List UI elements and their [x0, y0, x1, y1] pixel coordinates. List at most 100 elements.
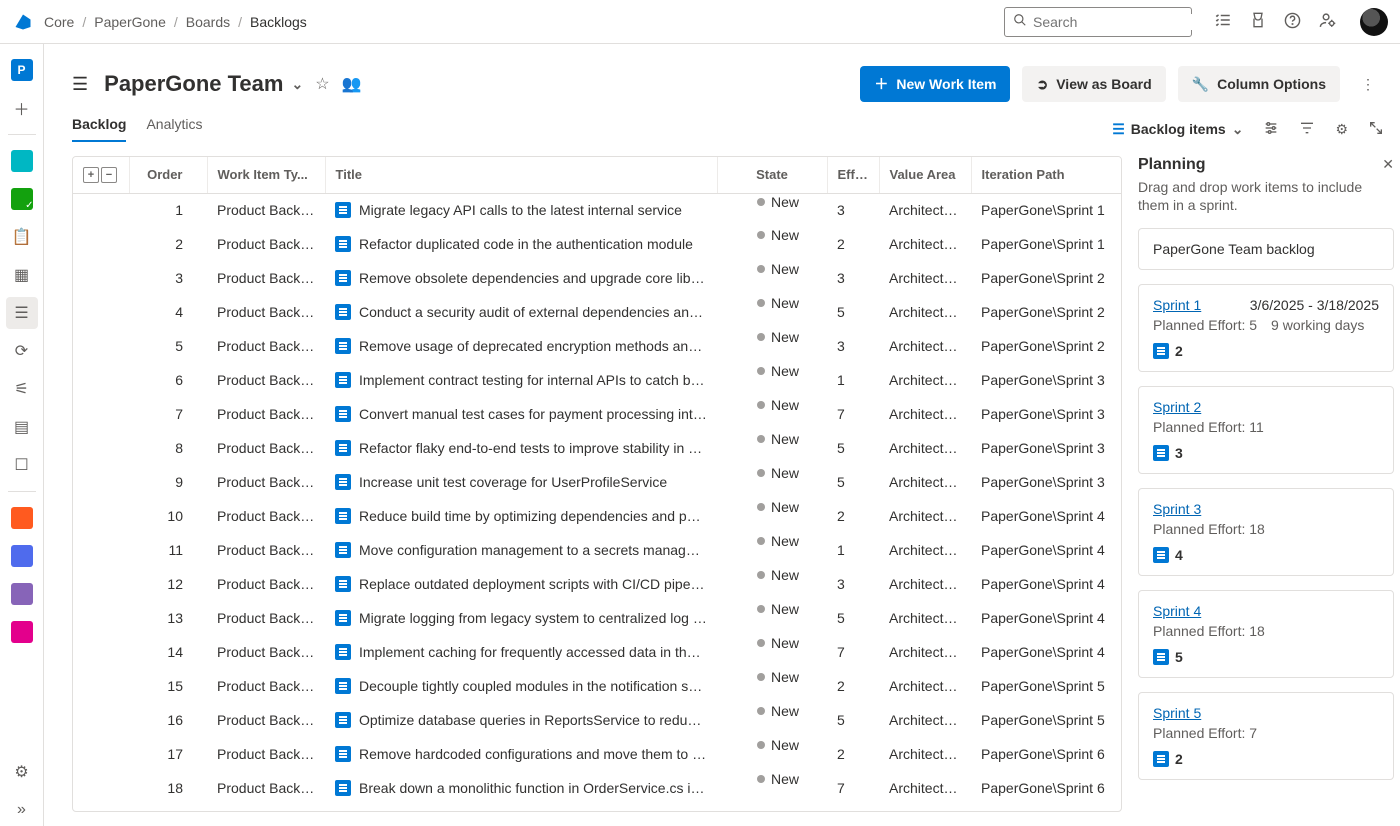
planning-subtitle: Drag and drop work items to include them…: [1138, 178, 1382, 214]
work-item-icon: [335, 474, 351, 490]
team-members-icon[interactable]: 👥: [342, 74, 362, 94]
table-row[interactable]: 1Product Backl...Migrate legacy API call…: [73, 193, 1121, 227]
table-row[interactable]: 11Product Backl...Move configuration man…: [73, 533, 1121, 567]
backlog-drop-target[interactable]: PaperGone Team backlog: [1138, 228, 1394, 270]
table-row[interactable]: 17Product Backl...Remove hardcoded confi…: [73, 737, 1121, 771]
table-row[interactable]: 8Product Backl...Refactor flaky end-to-e…: [73, 431, 1121, 465]
cell-state: New: [717, 533, 827, 549]
sidebar-pipelines[interactable]: [6, 540, 38, 572]
wrench-icon: 🔧: [1192, 76, 1209, 93]
settings-gear-icon[interactable]: ⚙: [1335, 121, 1348, 138]
breadcrumb-item[interactable]: Backlogs: [250, 14, 307, 30]
tab-backlog[interactable]: Backlog: [72, 116, 126, 142]
filter-icon[interactable]: [1299, 120, 1315, 139]
marketplace-icon[interactable]: [1250, 12, 1266, 31]
table-row[interactable]: 7Product Backl...Convert manual test cas…: [73, 397, 1121, 431]
column-work-item-type[interactable]: Work Item Ty...: [207, 157, 325, 193]
sidebar-boards2[interactable]: ▦: [6, 259, 38, 291]
column-iteration-path[interactable]: Iteration Path: [971, 157, 1121, 193]
sidebar-workitems[interactable]: 📋: [6, 221, 38, 253]
sprint-card[interactable]: Sprint 13/6/2025 - 3/18/2025Planned Effo…: [1138, 284, 1394, 372]
sprint-link[interactable]: Sprint 4: [1153, 603, 1201, 619]
repos-icon: [11, 507, 33, 529]
cell-order: 8: [129, 431, 207, 465]
sprint-link[interactable]: Sprint 3: [1153, 501, 1201, 517]
table-row[interactable]: 2Product Backl...Refactor duplicated cod…: [73, 227, 1121, 261]
column-options-button[interactable]: 🔧 Column Options: [1178, 66, 1340, 102]
sidebar-boards[interactable]: [6, 183, 38, 215]
table-row[interactable]: 15Product Backl...Decouple tightly coupl…: [73, 669, 1121, 703]
work-item-icon: [335, 678, 351, 694]
view-as-board-button[interactable]: ➲ View as Board: [1022, 66, 1165, 102]
work-item-icon: [335, 236, 351, 252]
collapse-all-button[interactable]: −: [101, 167, 117, 183]
cell-order: 9: [129, 465, 207, 499]
fullscreen-icon[interactable]: [1368, 120, 1384, 139]
favorite-star-icon[interactable]: ☆: [315, 74, 329, 94]
more-actions-button[interactable]: ⋮: [1352, 68, 1384, 100]
new-work-item-button[interactable]: ＋ New Work Item: [860, 66, 1010, 102]
table-row[interactable]: 10Product Backl...Reduce build time by o…: [73, 499, 1121, 533]
sprint-card[interactable]: Sprint 5Planned Effort: 72: [1138, 692, 1394, 780]
expand-all-button[interactable]: +: [83, 167, 99, 183]
cell-value-area: Architectural: [879, 397, 971, 431]
sidebar-settings[interactable]: ⚙: [6, 756, 38, 788]
product-logo-icon[interactable]: [12, 11, 34, 33]
sidebar-plans[interactable]: ▤: [6, 411, 38, 443]
sprint-card[interactable]: Sprint 3Planned Effort: 184: [1138, 488, 1394, 576]
cell-order: 10: [129, 499, 207, 533]
user-settings-icon[interactable]: [1319, 12, 1336, 32]
sidebar-item[interactable]: ☐: [6, 449, 38, 481]
column-value-area[interactable]: Value Area: [879, 157, 971, 193]
breadcrumb-item[interactable]: Boards: [186, 14, 230, 30]
team-selector-icon[interactable]: ☰: [72, 74, 88, 95]
table-row[interactable]: 14Product Backl...Implement caching for …: [73, 635, 1121, 669]
search-input[interactable]: [1004, 7, 1192, 37]
table-row[interactable]: 5Product Backl...Remove usage of depreca…: [73, 329, 1121, 363]
sprint-link[interactable]: Sprint 2: [1153, 399, 1201, 415]
tab-analytics[interactable]: Analytics: [146, 116, 202, 142]
search-icon: [1013, 13, 1027, 30]
column-state[interactable]: State: [717, 157, 827, 193]
table-row[interactable]: 6Product Backl...Implement contract test…: [73, 363, 1121, 397]
page-title[interactable]: PaperGone Team ⌄: [104, 71, 303, 97]
sidebar-testplans[interactable]: [6, 578, 38, 610]
help-icon[interactable]: [1284, 12, 1301, 32]
table-row[interactable]: 3Product Backl...Remove obsolete depende…: [73, 261, 1121, 295]
checklist-icon[interactable]: [1214, 11, 1232, 32]
backlog-level-selector[interactable]: ☰ Backlog items ⌄: [1112, 121, 1243, 138]
table-row[interactable]: 12Product Backl...Replace outdated deplo…: [73, 567, 1121, 601]
sidebar-queries[interactable]: ⚟: [6, 373, 38, 405]
sprint-card[interactable]: Sprint 4Planned Effort: 185: [1138, 590, 1394, 678]
backlog-card-label: PaperGone Team backlog: [1153, 241, 1315, 257]
sidebar-add[interactable]: ＋: [6, 92, 38, 124]
sidebar-project[interactable]: P: [6, 54, 38, 86]
sidebar-artifacts[interactable]: [6, 616, 38, 648]
sidebar-backlogs[interactable]: ☰: [6, 297, 38, 329]
overview-icon: [11, 150, 33, 172]
column-title[interactable]: Title: [325, 157, 717, 193]
sprint-card[interactable]: Sprint 2Planned Effort: 113: [1138, 386, 1394, 474]
search-field[interactable]: [1033, 14, 1214, 30]
table-row[interactable]: 9Product Backl...Increase unit test cove…: [73, 465, 1121, 499]
table-row[interactable]: 18Product Backl...Break down a monolithi…: [73, 771, 1121, 805]
cell-order: 3: [129, 261, 207, 295]
breadcrumb-item[interactable]: PaperGone: [94, 14, 166, 30]
sidebar-sprints[interactable]: ⟳: [6, 335, 38, 367]
sprint-link[interactable]: Sprint 1: [1153, 297, 1201, 313]
column-order[interactable]: Order: [129, 157, 207, 193]
table-row[interactable]: 13Product Backl...Migrate logging from l…: [73, 601, 1121, 635]
sprint-link[interactable]: Sprint 5: [1153, 705, 1201, 721]
state-dot-icon: [757, 265, 765, 273]
breadcrumb-item[interactable]: Core: [44, 14, 74, 30]
column-effort[interactable]: Effort: [827, 157, 879, 193]
sidebar-expand[interactable]: »: [6, 794, 38, 826]
sliders-icon[interactable]: [1263, 120, 1279, 139]
table-row[interactable]: 4Product Backl...Conduct a security audi…: [73, 295, 1121, 329]
close-icon[interactable]: ✕: [1382, 156, 1394, 173]
table-row[interactable]: 16Product Backl...Optimize database quer…: [73, 703, 1121, 737]
sidebar-overview[interactable]: [6, 145, 38, 177]
sidebar-repos[interactable]: [6, 502, 38, 534]
user-avatar[interactable]: [1360, 8, 1388, 36]
state-dot-icon: [757, 198, 765, 206]
